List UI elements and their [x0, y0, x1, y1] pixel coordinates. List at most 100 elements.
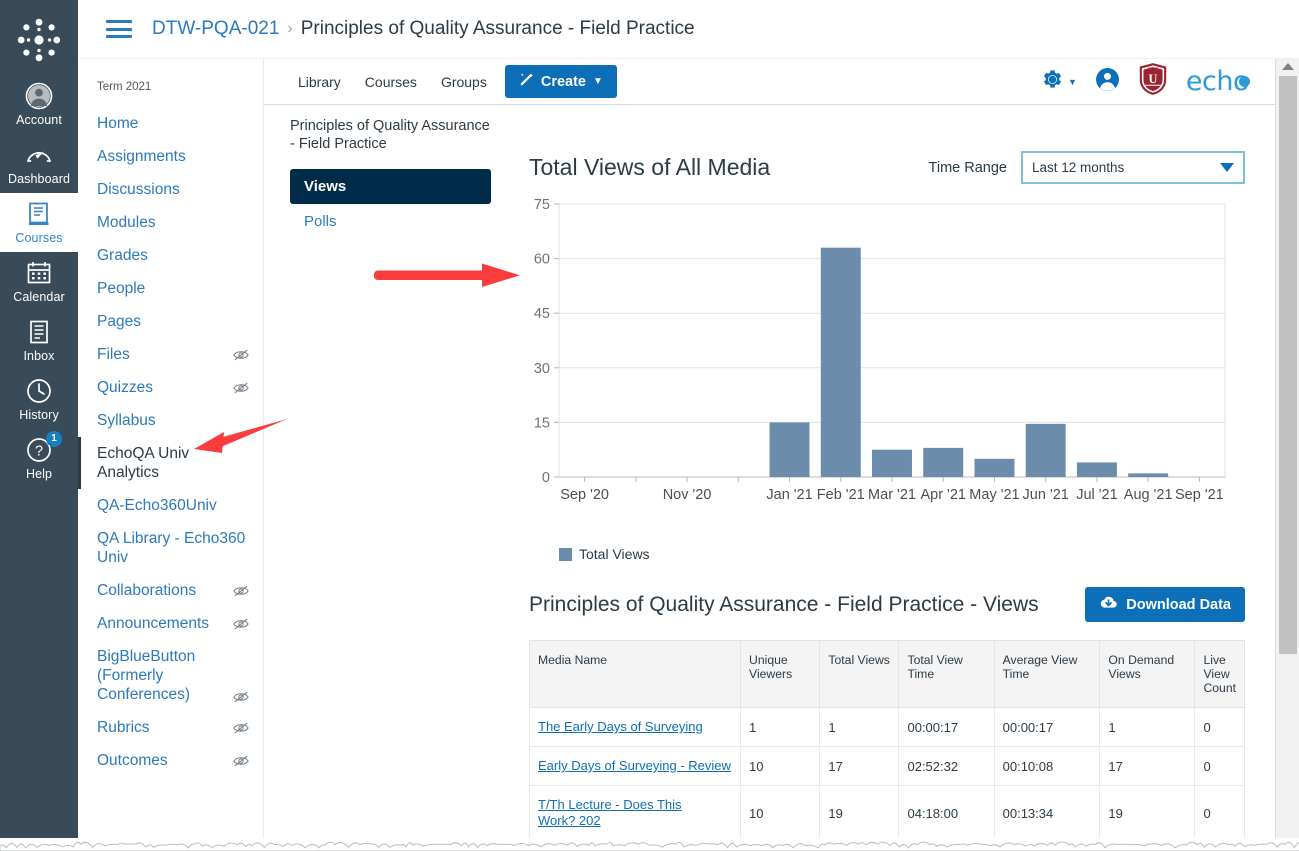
cell-media-name: Early Days of Surveying - Review — [530, 747, 741, 786]
course-nav-item-people[interactable]: People — [78, 272, 263, 305]
breadcrumb: DTW-PQA-021 › Principles of Quality Assu… — [78, 0, 1299, 59]
course-nav-label: Discussions — [97, 180, 180, 199]
cell-total-view-time: 00:00:17 — [899, 708, 994, 747]
course-nav-item-qa-echo360univ[interactable]: QA-Echo360Univ — [78, 489, 263, 522]
course-nav-label: People — [97, 279, 145, 298]
echo360-brand-logo[interactable]: echo — [1186, 66, 1249, 97]
course-nav-label: Home — [97, 114, 138, 133]
svg-text:?: ? — [35, 444, 43, 460]
bar-Jan--21[interactable] — [770, 422, 810, 477]
media-name-link[interactable]: Early Days of Surveying - Review — [538, 758, 731, 774]
bar-Aug--21[interactable] — [1128, 473, 1168, 477]
course-nav-item-files[interactable]: Files — [78, 338, 263, 371]
column-media-name[interactable]: Media Name — [530, 641, 741, 708]
course-nav-item-qa-library-echo360-univ[interactable]: QA Library - Echo360 Univ — [78, 522, 263, 574]
chart-title: Total Views of All Media — [529, 154, 770, 181]
bar-Apr--21[interactable] — [923, 448, 963, 477]
nav-item-dashboard[interactable]: Dashboard — [0, 134, 78, 193]
course-nav-item-pages[interactable]: Pages — [78, 305, 263, 338]
nav-item-calendar[interactable]: Calendar — [0, 252, 78, 311]
download-data-button[interactable]: Download Data — [1085, 587, 1245, 622]
svg-text:Sep '20: Sep '20 — [560, 487, 609, 503]
nav-item-label: Courses — [15, 231, 62, 246]
clock-icon — [25, 377, 53, 405]
column-total-view-time[interactable]: Total View Time — [899, 641, 994, 708]
settings-menu-button[interactable]: ▼ — [1042, 69, 1077, 95]
column-live-view-count[interactable]: Live View Count — [1195, 641, 1245, 708]
scrollbar-thumb[interactable] — [1279, 76, 1297, 654]
course-nav-item-announcements[interactable]: Announcements — [78, 607, 263, 640]
magic-wand-icon — [519, 72, 534, 91]
course-nav-label: Quizzes — [97, 378, 153, 397]
svg-text:Aug '21: Aug '21 — [1124, 487, 1173, 503]
echo-tab-groups[interactable]: Groups — [429, 68, 499, 96]
course-nav-item-home[interactable]: Home — [78, 107, 263, 140]
course-nav-item-echoqa-univ-analytics[interactable]: EchoQA Univ Analytics — [78, 437, 263, 489]
svg-text:Feb '21: Feb '21 — [817, 487, 865, 503]
tab-views[interactable]: Views — [290, 169, 491, 204]
nav-item-label: Account — [16, 113, 62, 128]
course-nav-item-syllabus[interactable]: Syllabus — [78, 404, 263, 437]
bar-Feb--21[interactable] — [821, 248, 861, 477]
svg-text:Jun '21: Jun '21 — [1023, 487, 1069, 503]
create-button[interactable]: Create ▼ — [505, 65, 617, 98]
chart-header: Total Views of All Media Time Range Last… — [509, 105, 1275, 184]
views-table-header-row: Media Name Unique Viewers Total Views To… — [530, 641, 1245, 708]
course-nav-label: Announcements — [97, 614, 209, 633]
cell-live-view-count: 0 — [1195, 747, 1245, 786]
bar-Jun--21[interactable] — [1026, 424, 1066, 477]
course-nav-label: BigBlueButton (Formerly Conferences) — [97, 647, 207, 704]
course-nav-item-rubrics[interactable]: Rubrics — [78, 711, 263, 744]
column-average-view-time[interactable]: Average View Time — [994, 641, 1100, 708]
nav-item-inbox[interactable]: Inbox — [0, 311, 78, 370]
cell-average-view-time: 00:13:34 — [994, 786, 1100, 839]
book-icon — [25, 200, 53, 228]
nav-item-help[interactable]: ? 1 Help — [0, 429, 78, 488]
canvas-logo[interactable] — [14, 15, 64, 65]
svg-text:Sep '21: Sep '21 — [1175, 487, 1224, 503]
cell-on-demand-views: 19 — [1100, 786, 1195, 839]
course-nav-label: Files — [97, 345, 130, 364]
course-nav-item-bigbluebutton[interactable]: BigBlueButton (Formerly Conferences) — [78, 640, 263, 711]
svg-text:Nov '20: Nov '20 — [663, 487, 712, 503]
vertical-scrollbar[interactable] — [1275, 59, 1299, 838]
views-table: Media Name Unique Viewers Total Views To… — [529, 640, 1245, 838]
media-name-link[interactable]: The Early Days of Surveying — [538, 719, 703, 735]
column-total-views[interactable]: Total Views — [820, 641, 899, 708]
course-nav-item-collaborations[interactable]: Collaborations — [78, 574, 263, 607]
total-views-bar-chart: 0 15 30 45 60 75 Sep '20 Nov '20 Jan '21 Feb '21 M… — [509, 184, 1275, 542]
user-account-icon[interactable] — [1095, 67, 1120, 97]
course-nav-item-quizzes[interactable]: Quizzes — [78, 371, 263, 404]
tab-polls[interactable]: Polls — [290, 213, 491, 230]
media-name-link[interactable]: T/Th Lecture - Does This Work? 202 — [538, 797, 718, 829]
scroll-up-arrow-icon[interactable] — [1282, 63, 1294, 70]
question-circle-icon: ? 1 — [25, 436, 53, 464]
time-range-select[interactable]: Last 12 months — [1021, 151, 1245, 184]
column-on-demand-views[interactable]: On Demand Views — [1100, 641, 1195, 708]
university-shield-icon[interactable]: U OTHER — [1138, 62, 1168, 101]
nav-item-label: History — [19, 408, 59, 423]
bar-May--21[interactable] — [974, 459, 1014, 477]
nav-item-account[interactable]: Account — [0, 75, 78, 134]
gear-icon — [1042, 69, 1063, 95]
chart-panel: Total Views of All Media Time Range Last… — [509, 105, 1275, 562]
course-nav-item-modules[interactable]: Modules — [78, 206, 263, 239]
breadcrumb-course-code[interactable]: DTW-PQA-021 — [152, 18, 279, 40]
course-nav-item-outcomes[interactable]: Outcomes — [78, 744, 263, 777]
table-row: T/Th Lecture - Does This Work? 202 10 19… — [530, 786, 1245, 839]
views-table-section: Principles of Quality Assurance - Field … — [509, 587, 1275, 838]
course-nav-label: Outcomes — [97, 751, 168, 770]
echo-tab-courses[interactable]: Courses — [353, 68, 429, 96]
nav-item-history[interactable]: History — [0, 370, 78, 429]
nav-item-courses[interactable]: Courses — [0, 193, 78, 252]
svg-text:30: 30 — [534, 361, 550, 377]
column-unique-viewers[interactable]: Unique Viewers — [741, 641, 820, 708]
breadcrumb-separator-icon: › — [287, 20, 292, 38]
bar-Mar--21[interactable] — [872, 450, 912, 477]
course-nav-item-assignments[interactable]: Assignments — [78, 140, 263, 173]
course-nav-item-grades[interactable]: Grades — [78, 239, 263, 272]
echo-tab-library[interactable]: Library — [286, 68, 353, 96]
course-nav-item-discussions[interactable]: Discussions — [78, 173, 263, 206]
hamburger-icon[interactable] — [106, 20, 132, 38]
bar-Jul--21[interactable] — [1077, 462, 1117, 477]
